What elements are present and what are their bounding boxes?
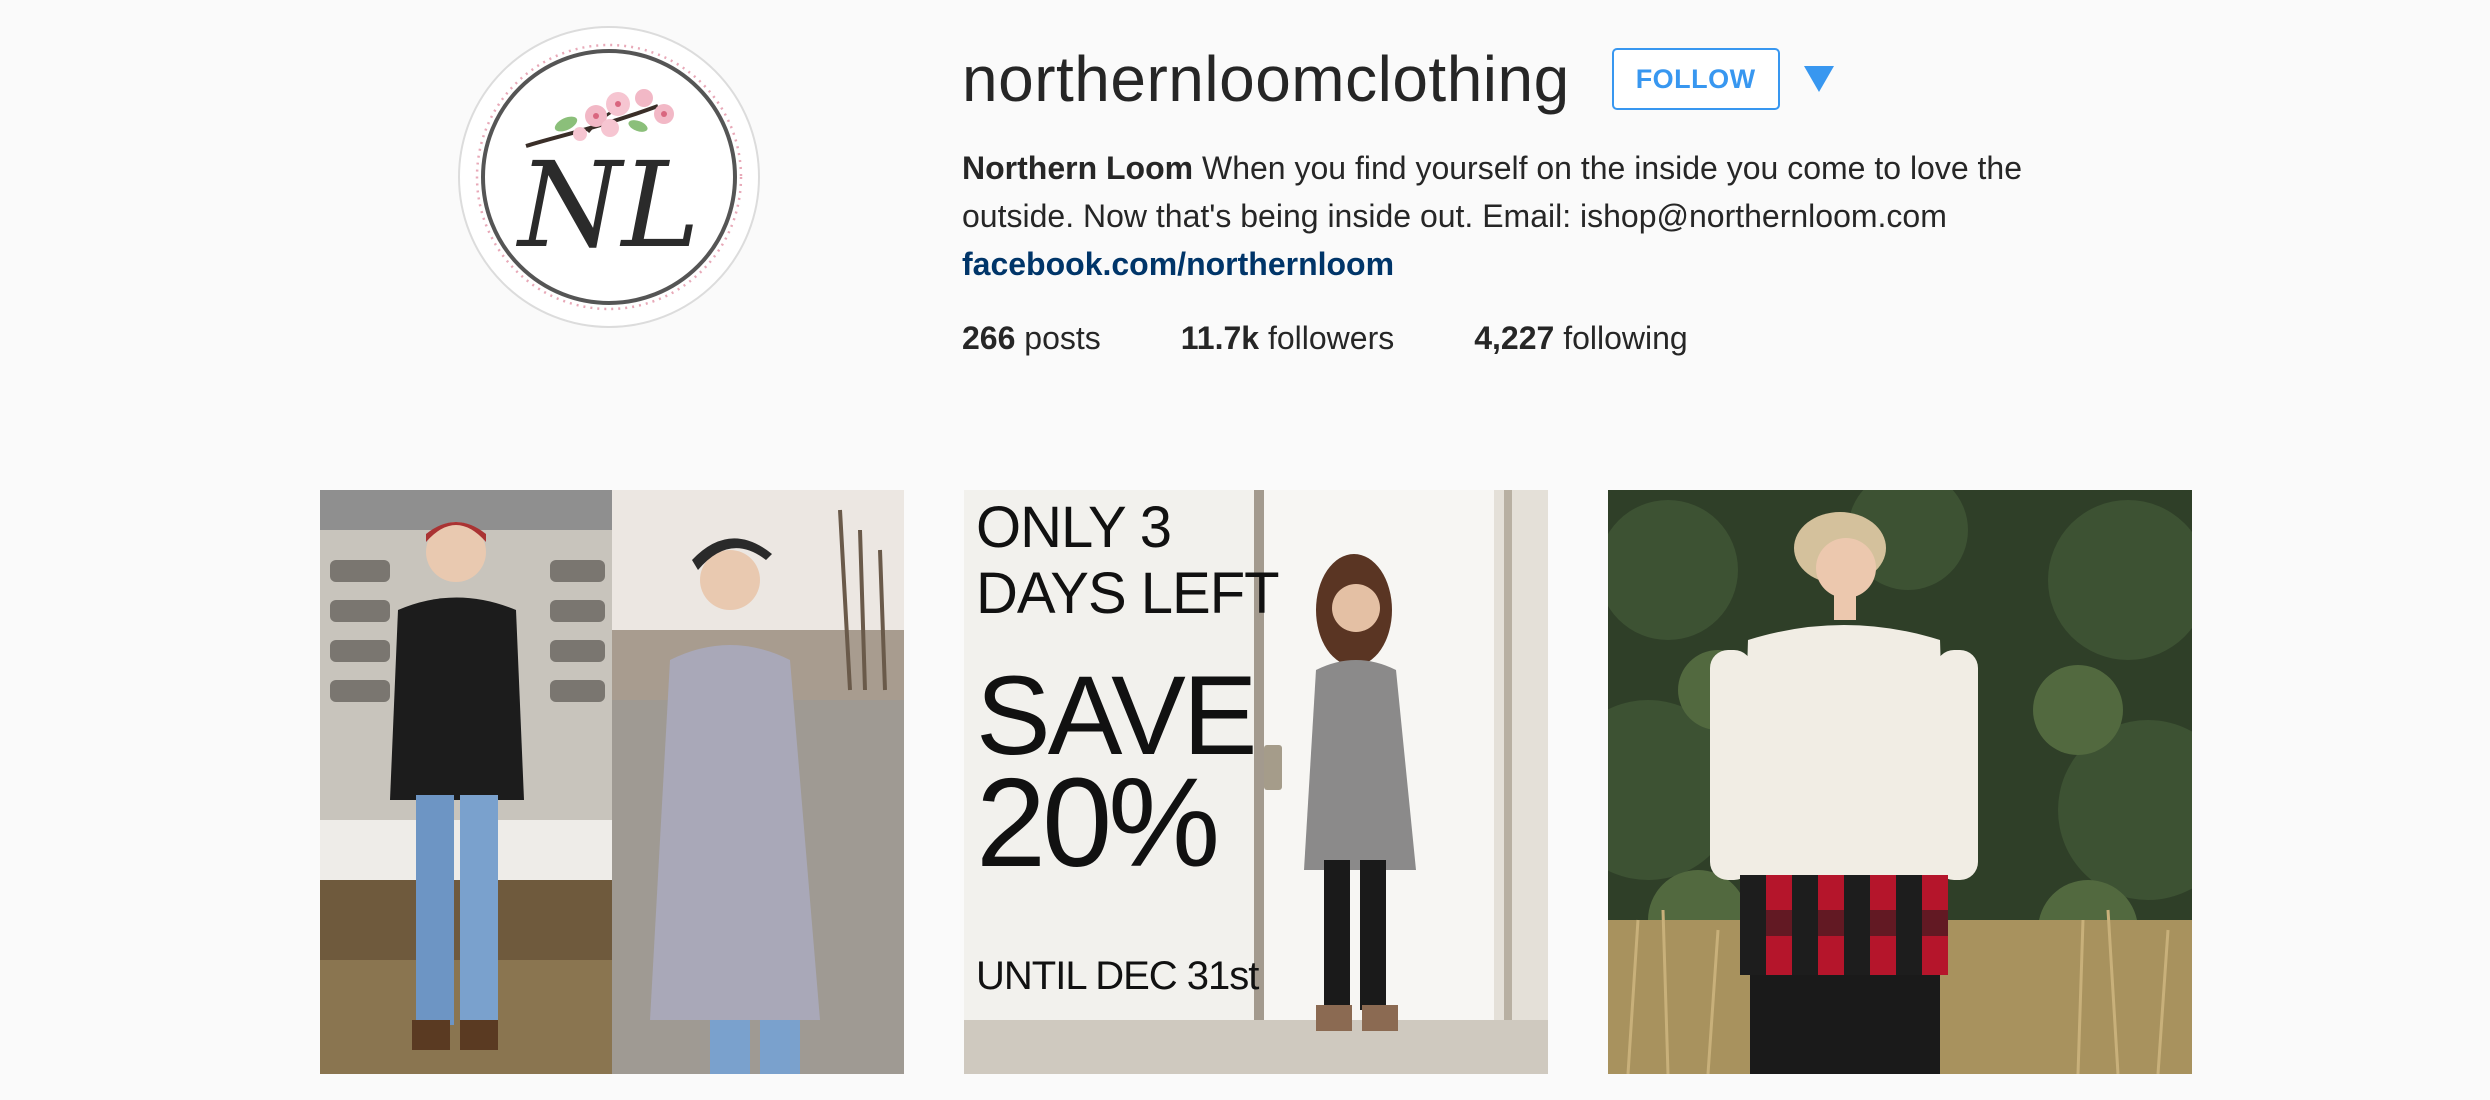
following-label: following bbox=[1554, 320, 1688, 356]
follow-button[interactable]: FOLLOW bbox=[1611, 48, 1780, 110]
followers-label: followers bbox=[1259, 320, 1395, 356]
following-stat[interactable]: 4,227 following bbox=[1474, 314, 1687, 362]
posts-stat: 266 posts bbox=[962, 314, 1101, 362]
promo-line-2: DAYS LEFT bbox=[976, 561, 1280, 626]
profile-website-link[interactable]: facebook.com/northernloom bbox=[962, 240, 2112, 288]
profile-username: northernloomclothing bbox=[962, 43, 1570, 115]
northern-loom-logo: NL bbox=[475, 43, 743, 311]
promo-line-1: ONLY 3 bbox=[976, 495, 1172, 560]
profile-avatar[interactable]: NL bbox=[458, 26, 760, 328]
posts-count: 266 bbox=[962, 320, 1016, 356]
more-options-button[interactable] bbox=[1802, 62, 1836, 96]
post-image-greenery bbox=[1608, 490, 2192, 1074]
profile-stats: 266 posts 11.7k followers 4,227 followin… bbox=[962, 314, 2162, 362]
profile-full-name: Northern Loom bbox=[962, 150, 1194, 186]
followers-stat[interactable]: 11.7k followers bbox=[1181, 314, 1394, 362]
profile-title-row: northernloomclothing FOLLOW bbox=[962, 36, 2162, 122]
post-image-collage bbox=[320, 490, 904, 1074]
post-grid: ONLY 3 DAYS LEFT SAVE 20% UNTIL DEC 31st bbox=[320, 490, 2192, 1074]
post-thumbnail-promo[interactable]: ONLY 3 DAYS LEFT SAVE 20% UNTIL DEC 31st bbox=[964, 490, 1548, 1074]
following-count: 4,227 bbox=[1474, 320, 1555, 356]
posts-label: posts bbox=[1015, 320, 1101, 356]
post-thumbnail[interactable] bbox=[320, 490, 904, 1074]
promo-line-5: UNTIL DEC 31st bbox=[976, 954, 1259, 998]
post-thumbnail[interactable] bbox=[1608, 490, 2192, 1074]
promo-line-4: 20% bbox=[976, 752, 1220, 893]
followers-count: 11.7k bbox=[1180, 320, 1260, 356]
profile-info: northernloomclothing FOLLOW Northern Loo… bbox=[962, 36, 2162, 362]
profile-bio: Northern Loom When you find yourself on … bbox=[962, 144, 2112, 288]
caret-down-icon bbox=[1803, 66, 1834, 92]
svg-text:NL: NL bbox=[515, 136, 700, 274]
